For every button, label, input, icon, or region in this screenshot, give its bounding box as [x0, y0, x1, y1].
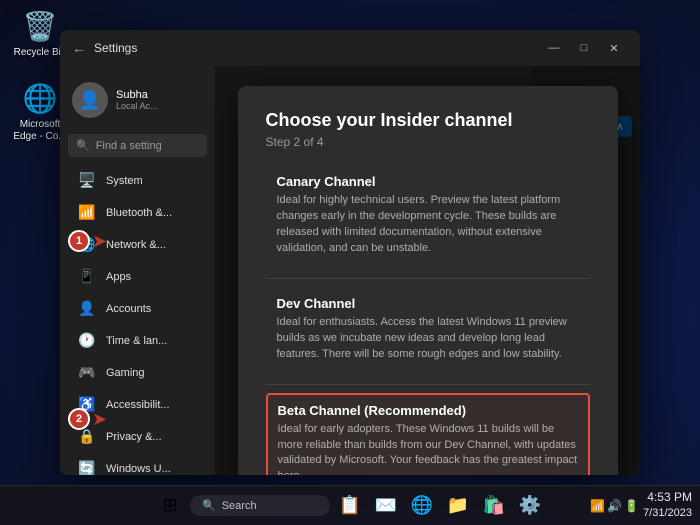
taskbar-explorer[interactable]: 📁 — [442, 490, 474, 522]
annotation-1: 1 ➤ — [68, 230, 107, 252]
modal-overlay: Choose your Insider channel Step 2 of 4 … — [215, 66, 640, 475]
modal-title: Choose your Insider channel — [266, 110, 590, 131]
avatar: 👤 — [72, 82, 108, 118]
taskbar-edge[interactable]: 🌐 — [406, 490, 438, 522]
sidebar-item-accounts[interactable]: 👤 Accounts — [64, 293, 211, 324]
windows-update-label: Windows U... — [106, 463, 171, 475]
beta-channel-desc: Ideal for early adopters. These Windows … — [278, 422, 578, 475]
insider-channel-modal: Choose your Insider channel Step 2 of 4 … — [238, 86, 618, 475]
annotation-2: 2 ➤ — [68, 408, 107, 430]
sidebar-item-system[interactable]: 🖥️ System — [64, 165, 211, 196]
divider-2 — [266, 384, 590, 385]
gaming-label: Gaming — [106, 367, 145, 379]
sidebar-item-gaming[interactable]: 🎮 Gaming — [64, 357, 211, 388]
taskbar: ⊞ 🔍 Search 📋 ✉️ 🌐 📁 🛍️ ⚙️ 📶 🔊 🔋 4:53 PM … — [0, 485, 700, 525]
privacy-label: Privacy &... — [106, 431, 162, 443]
accessibility-label: Accessibilit... — [106, 399, 170, 411]
taskbar-start-button[interactable]: ⊞ — [154, 490, 186, 522]
window-body: 👤 Subha Local Ac... 🔍 Find a setting 🖥️ … — [60, 66, 640, 475]
taskbar-store[interactable]: 🛍️ — [478, 490, 510, 522]
find-setting-search[interactable]: 🔍 Find a setting — [68, 134, 207, 157]
back-button[interactable]: ← — [72, 40, 86, 56]
sidebar-item-time[interactable]: 🕐 Time & lan... — [64, 325, 211, 356]
sidebar-item-apps[interactable]: 📱 Apps — [64, 261, 211, 292]
time-label: Time & lan... — [106, 335, 167, 347]
system-label: System — [106, 175, 143, 187]
canary-channel-desc: Ideal for highly technical users. Previe… — [277, 193, 579, 257]
edge-icon: 🌐 — [22, 80, 58, 116]
apps-icon: 📱 — [78, 268, 96, 285]
close-button[interactable]: ✕ — [600, 38, 628, 58]
battery-tray-icon: 🔋 — [624, 499, 639, 513]
beta-channel-name: Beta Channel (Recommended) — [278, 403, 578, 418]
annotation-arrow-1: ➤ — [92, 231, 107, 252]
network-label: Network &... — [106, 239, 166, 251]
dev-channel-name: Dev Channel — [277, 296, 579, 311]
user-subtitle: Local Ac... — [116, 101, 158, 111]
settings-window: ← Settings — □ ✕ 👤 Subha Local Ac... — [60, 30, 640, 475]
bluetooth-icon: 📶 — [78, 204, 96, 221]
taskbar-mail[interactable]: ✉️ — [370, 490, 402, 522]
annotation-circle-1: 1 — [68, 230, 90, 252]
beta-channel-option[interactable]: Beta Channel (Recommended) Ideal for ear… — [266, 393, 590, 475]
user-name: Subha — [116, 89, 158, 101]
bluetooth-label: Bluetooth &... — [106, 207, 172, 219]
gaming-icon: 🎮 — [78, 364, 96, 381]
taskbar-clock[interactable]: 4:53 PM 7/31/2023 — [643, 489, 692, 521]
sidebar-item-windows-update[interactable]: 🔄 Windows U... — [64, 453, 211, 475]
dev-channel-option[interactable]: Dev Channel Ideal for enthusiasts. Acces… — [266, 287, 590, 372]
desktop: 🗑️ Recycle Bin 🌐 Microsoft Edge - Co... … — [0, 0, 700, 525]
sidebar-item-bluetooth[interactable]: 📶 Bluetooth &... — [64, 197, 211, 228]
clock-date: 7/31/2023 — [643, 506, 692, 521]
accounts-label: Accounts — [106, 303, 151, 315]
dev-channel-desc: Ideal for enthusiasts. Access the latest… — [277, 315, 579, 363]
user-info: Subha Local Ac... — [116, 89, 158, 111]
system-tray: 📶 🔊 🔋 — [590, 499, 639, 513]
accounts-icon: 👤 — [78, 300, 96, 317]
clock-time: 4:53 PM — [643, 489, 692, 506]
privacy-icon: 🔒 — [78, 428, 96, 445]
system-icon: 🖥️ — [78, 172, 96, 189]
window-title: Settings — [94, 41, 137, 55]
recycle-bin-label: Recycle Bin — [14, 47, 67, 59]
minimize-button[interactable]: — — [540, 38, 568, 58]
user-profile[interactable]: 👤 Subha Local Ac... — [60, 74, 215, 130]
network-tray-icon: 📶 — [590, 499, 605, 513]
windows-update-icon: 🔄 — [78, 460, 96, 475]
taskbar-search[interactable]: 🔍 Search — [190, 495, 330, 516]
taskbar-center: ⊞ 🔍 Search 📋 ✉️ 🌐 📁 🛍️ ⚙️ — [154, 490, 546, 522]
canary-channel-option[interactable]: Canary Channel Ideal for highly technica… — [266, 165, 590, 266]
apps-label: Apps — [106, 271, 131, 283]
taskbar-right: 📶 🔊 🔋 4:53 PM 7/31/2023 — [590, 489, 692, 521]
main-content: gram started ∧ nd utes acy cal key — [215, 66, 640, 475]
maximize-button[interactable]: □ — [570, 38, 598, 58]
taskbar-task-view[interactable]: 📋 — [334, 490, 366, 522]
find-setting-placeholder: Find a setting — [96, 140, 162, 152]
annotation-arrow-2: ➤ — [92, 409, 107, 430]
window-controls: — □ ✕ — [540, 38, 628, 58]
divider-1 — [266, 278, 590, 279]
taskbar-search-icon: 🔍 — [202, 499, 216, 512]
volume-tray-icon: 🔊 — [607, 499, 622, 513]
annotation-circle-2: 2 — [68, 408, 90, 430]
modal-step: Step 2 of 4 — [266, 135, 590, 149]
window-titlebar: ← Settings — □ ✕ — [60, 30, 640, 66]
search-icon: 🔍 — [76, 139, 90, 152]
time-icon: 🕐 — [78, 332, 96, 349]
canary-channel-name: Canary Channel — [277, 174, 579, 189]
taskbar-settings[interactable]: ⚙️ — [514, 490, 546, 522]
recycle-bin-icon: 🗑️ — [22, 8, 58, 44]
taskbar-search-label: Search — [222, 500, 257, 512]
